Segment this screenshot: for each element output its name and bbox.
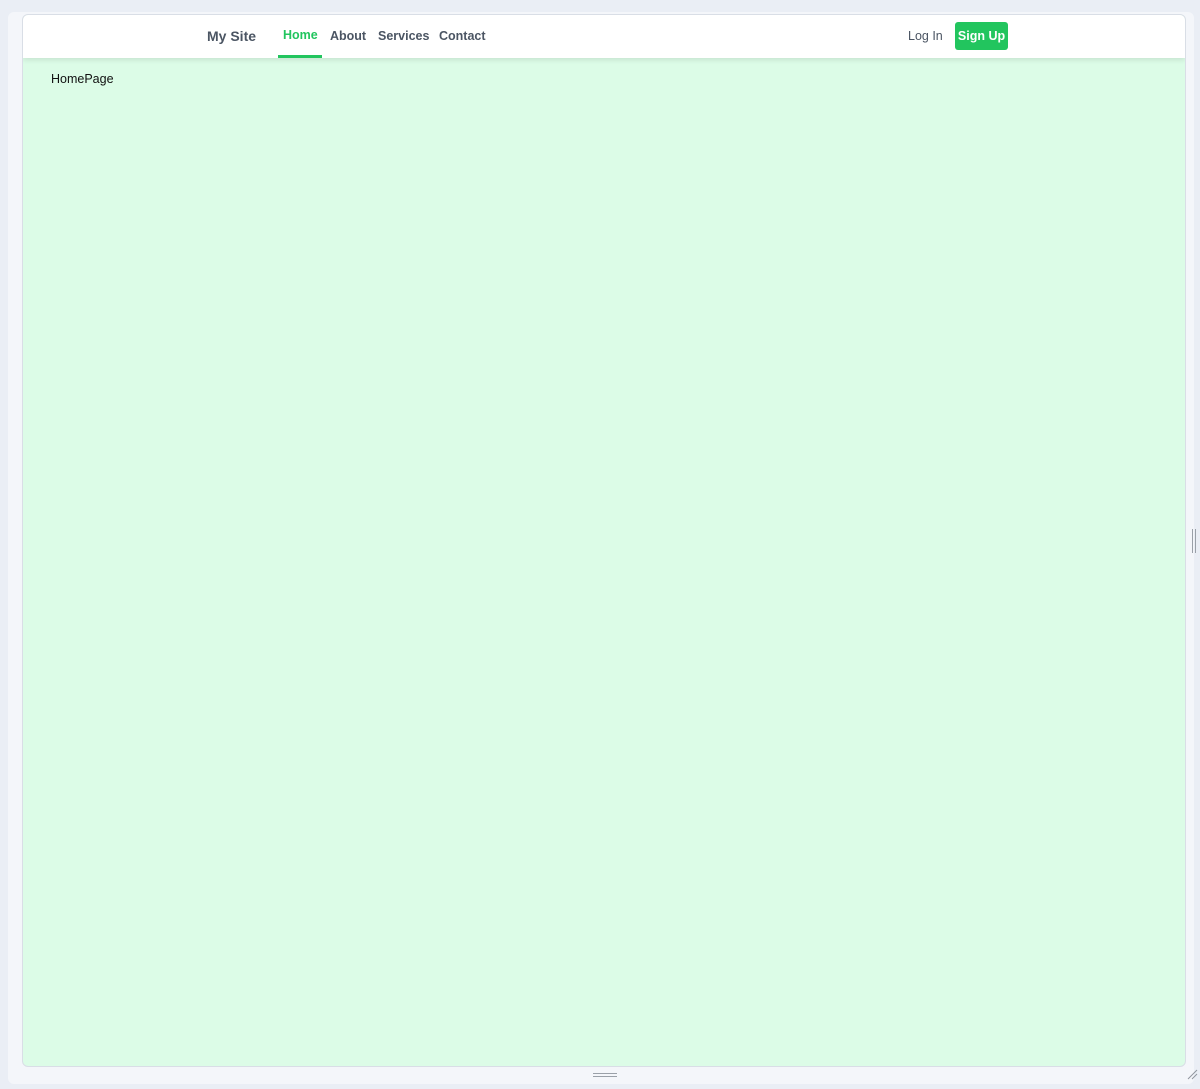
drag-handle-vertical-icon[interactable]	[1192, 529, 1198, 553]
browser-viewport: My Site Home About Services Contact Log …	[22, 14, 1186, 1067]
resize-corner-icon[interactable]	[1186, 1068, 1198, 1080]
site-brand[interactable]: My Site	[207, 28, 256, 44]
nav-link-contact[interactable]: Contact	[439, 29, 486, 43]
active-tab-indicator	[278, 55, 322, 58]
signup-button[interactable]: Sign Up	[955, 22, 1008, 50]
top-navbar: My Site Home About Services Contact Log …	[23, 15, 1185, 58]
page-content-text: HomePage	[51, 72, 114, 86]
login-link[interactable]: Log In	[908, 29, 943, 43]
nav-link-home[interactable]: Home	[283, 28, 318, 42]
drag-handle-horizontal-icon[interactable]	[593, 1073, 617, 1079]
nav-link-services[interactable]: Services	[378, 29, 429, 43]
nav-link-about[interactable]: About	[330, 29, 366, 43]
